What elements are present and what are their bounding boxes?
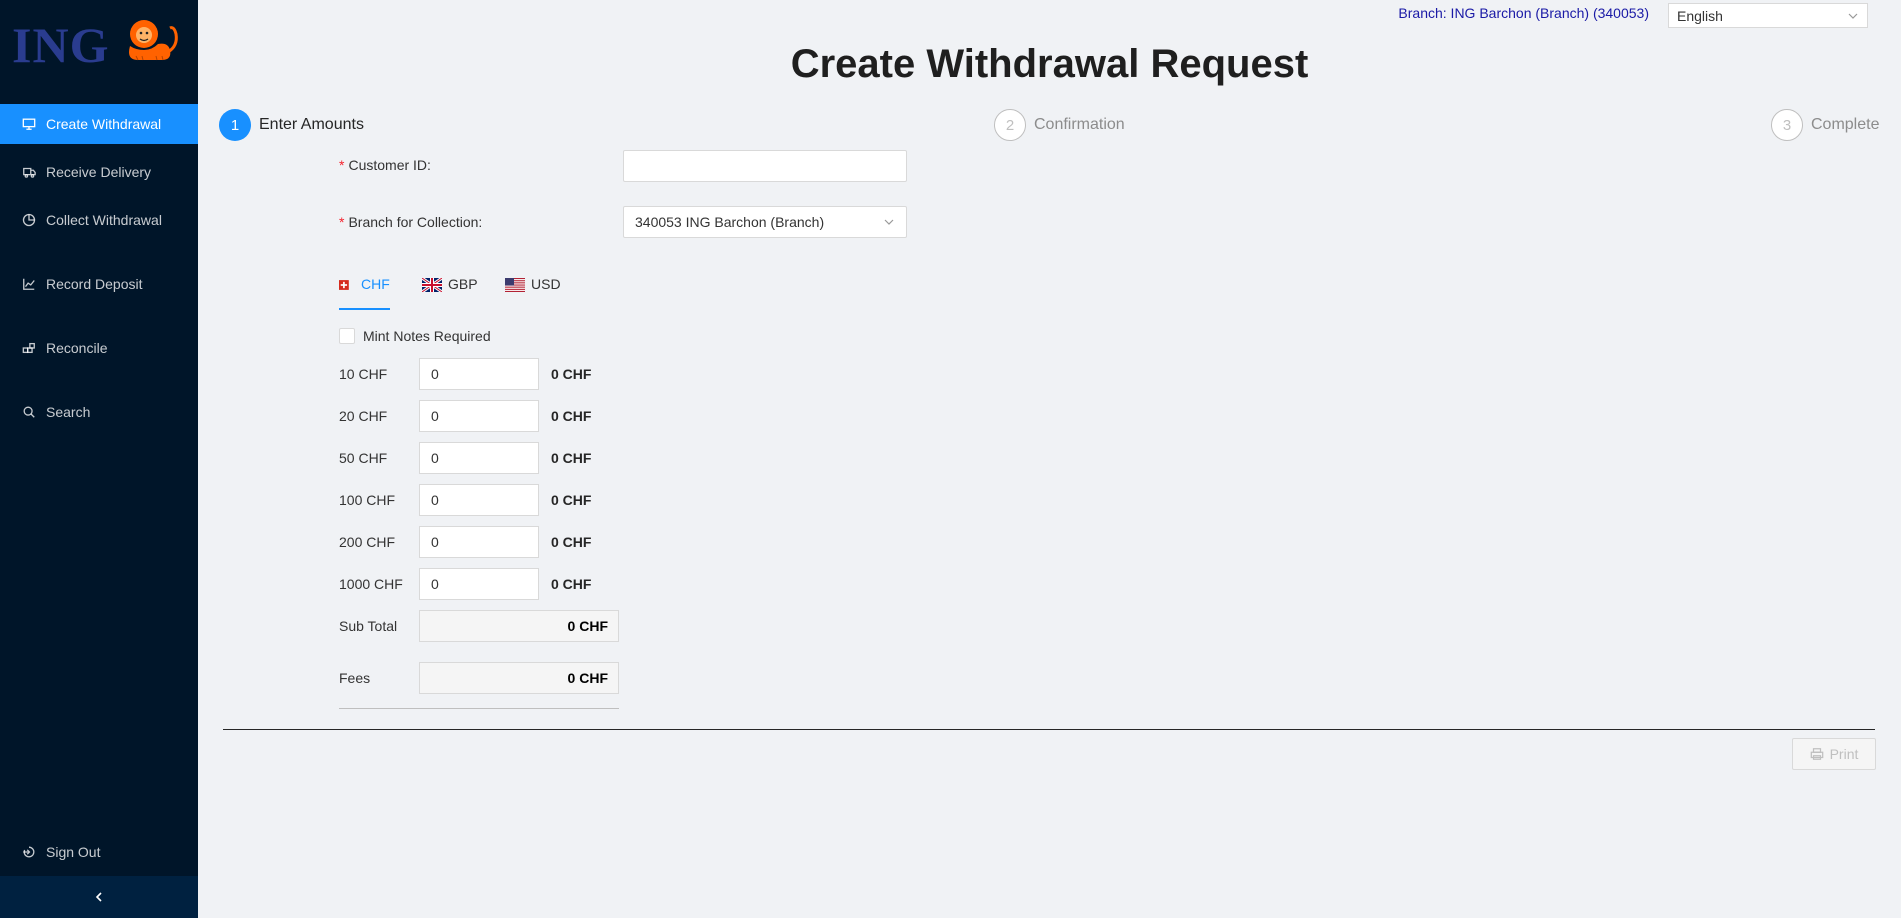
- tab-gbp[interactable]: GBP: [422, 276, 478, 310]
- denomination-input[interactable]: [419, 442, 539, 474]
- step-number: 3: [1771, 109, 1803, 141]
- section-divider: [223, 729, 1875, 730]
- us-flag-icon: [505, 278, 525, 292]
- denomination-total: 0 CHF: [551, 408, 592, 424]
- denomination-total: 0 CHF: [551, 366, 592, 382]
- sidebar-item-label: Receive Delivery: [46, 164, 152, 180]
- sidebar-item-label: Collect Withdrawal: [46, 212, 162, 228]
- sidebar-item-label: Create Withdrawal: [46, 116, 162, 132]
- subtotal-label: Sub Total: [339, 618, 398, 634]
- mint-notes-checkbox[interactable]: Mint Notes Required: [339, 328, 491, 344]
- sidebar-item-collect-withdrawal[interactable]: Collect Withdrawal: [0, 200, 198, 240]
- language-value: English: [1677, 7, 1723, 24]
- denomination-input[interactable]: [419, 484, 539, 516]
- denomination-input[interactable]: [419, 358, 539, 390]
- denomination-label: 20 CHF: [339, 408, 388, 424]
- search-icon: [22, 405, 36, 419]
- step-confirmation: 2 Confirmation: [994, 109, 1125, 141]
- denomination-label: 10 CHF: [339, 366, 388, 382]
- line-chart-icon: [22, 277, 36, 291]
- denomination-total: 0 CHF: [551, 576, 592, 592]
- branch-collection-value: 340053 ING Barchon (Branch): [635, 214, 825, 230]
- tab-label: GBP: [448, 276, 478, 292]
- blocks-icon: [22, 341, 36, 355]
- customer-id-label: * Customer ID:: [339, 157, 431, 173]
- page-title: Create Withdrawal Request: [790, 42, 1309, 86]
- lion-icon: [129, 20, 178, 61]
- denomination-total: 0 CHF: [551, 534, 592, 550]
- logo-text: ING: [12, 17, 110, 73]
- sign-out-button[interactable]: Sign Out: [0, 832, 198, 872]
- collapse-sidebar-button[interactable]: [0, 876, 198, 918]
- step-label: Confirmation: [1034, 116, 1125, 133]
- sidebar-item-label: Search: [46, 404, 91, 420]
- tab-usd[interactable]: USD: [505, 276, 561, 310]
- denomination-label: 100 CHF: [339, 492, 396, 508]
- branch-indicator: Branch: ING Barchon (Branch) (340053): [1398, 5, 1649, 21]
- branch-collection-select[interactable]: 340053 ING Barchon (Branch): [623, 206, 907, 238]
- denomination-label: 200 CHF: [339, 534, 396, 550]
- sidebar-item-search[interactable]: Search: [0, 392, 198, 432]
- sidebar-item-create-withdrawal[interactable]: Create Withdrawal: [0, 104, 198, 144]
- truck-icon: [22, 165, 36, 179]
- chevron-down-icon: [884, 219, 894, 225]
- uk-flag-icon: [422, 278, 442, 292]
- step-number: 2: [994, 109, 1026, 141]
- fees-value: 0 CHF: [419, 662, 619, 694]
- denomination-row: 1000 CHF 0 CHF: [339, 568, 591, 600]
- mint-notes-label: Mint Notes Required: [363, 328, 491, 344]
- denomination-row: 10 CHF 0 CHF: [339, 358, 591, 390]
- step-number: 1: [219, 109, 251, 141]
- print-label: Print: [1829, 746, 1859, 762]
- step-complete: 3 Complete: [1771, 109, 1879, 141]
- summary-divider: [339, 708, 619, 709]
- customer-id-input[interactable]: [623, 150, 907, 182]
- sidebar-item-label: Reconcile: [46, 340, 108, 356]
- step-label: Complete: [1811, 116, 1880, 133]
- fees-row: Fees 0 CHF: [339, 662, 619, 694]
- sidebar: ING Create Withdrawal Receive Delivery C…: [0, 0, 198, 918]
- ing-logo: ING: [12, 14, 188, 70]
- subtotal-value: 0 CHF: [419, 610, 619, 642]
- denomination-total: 0 CHF: [551, 450, 592, 466]
- sidebar-item-record-deposit[interactable]: Record Deposit: [0, 264, 198, 304]
- logout-icon: [22, 845, 36, 859]
- tab-label: USD: [531, 276, 561, 292]
- checkbox-box[interactable]: [339, 328, 355, 344]
- denomination-total: 0 CHF: [551, 492, 592, 508]
- tab-label: CHF: [361, 276, 390, 292]
- chevron-left-icon: [95, 892, 102, 902]
- sidebar-item-reconcile[interactable]: Reconcile: [0, 328, 198, 368]
- denomination-row: 200 CHF 0 CHF: [339, 526, 591, 558]
- tab-chf[interactable]: CHF: [339, 276, 390, 310]
- step-enter-amounts: 1 Enter Amounts: [219, 109, 364, 141]
- denomination-label: 1000 CHF: [339, 576, 403, 592]
- branch-collection-label: * Branch for Collection:: [339, 214, 483, 230]
- chevron-down-icon: [1848, 13, 1858, 19]
- print-button[interactable]: Print: [1792, 738, 1876, 770]
- pie-chart-icon: [22, 213, 36, 227]
- denomination-label: 50 CHF: [339, 450, 388, 466]
- denomination-row: 20 CHF 0 CHF: [339, 400, 591, 432]
- subtotal-row: Sub Total 0 CHF: [339, 610, 619, 642]
- monitor-icon: [22, 117, 36, 131]
- denomination-row: 50 CHF 0 CHF: [339, 442, 591, 474]
- fees-label: Fees: [339, 670, 371, 686]
- sign-out-label: Sign Out: [46, 844, 101, 860]
- denomination-input[interactable]: [419, 568, 539, 600]
- step-label: Enter Amounts: [259, 116, 364, 133]
- printer-icon: [1810, 748, 1823, 760]
- language-select[interactable]: English: [1668, 3, 1868, 28]
- denomination-row: 100 CHF 0 CHF: [339, 484, 591, 516]
- denomination-input[interactable]: [419, 400, 539, 432]
- sidebar-item-label: Record Deposit: [46, 276, 143, 292]
- swiss-flag-icon: [339, 280, 349, 290]
- sidebar-item-receive-delivery[interactable]: Receive Delivery: [0, 152, 198, 192]
- denomination-input[interactable]: [419, 526, 539, 558]
